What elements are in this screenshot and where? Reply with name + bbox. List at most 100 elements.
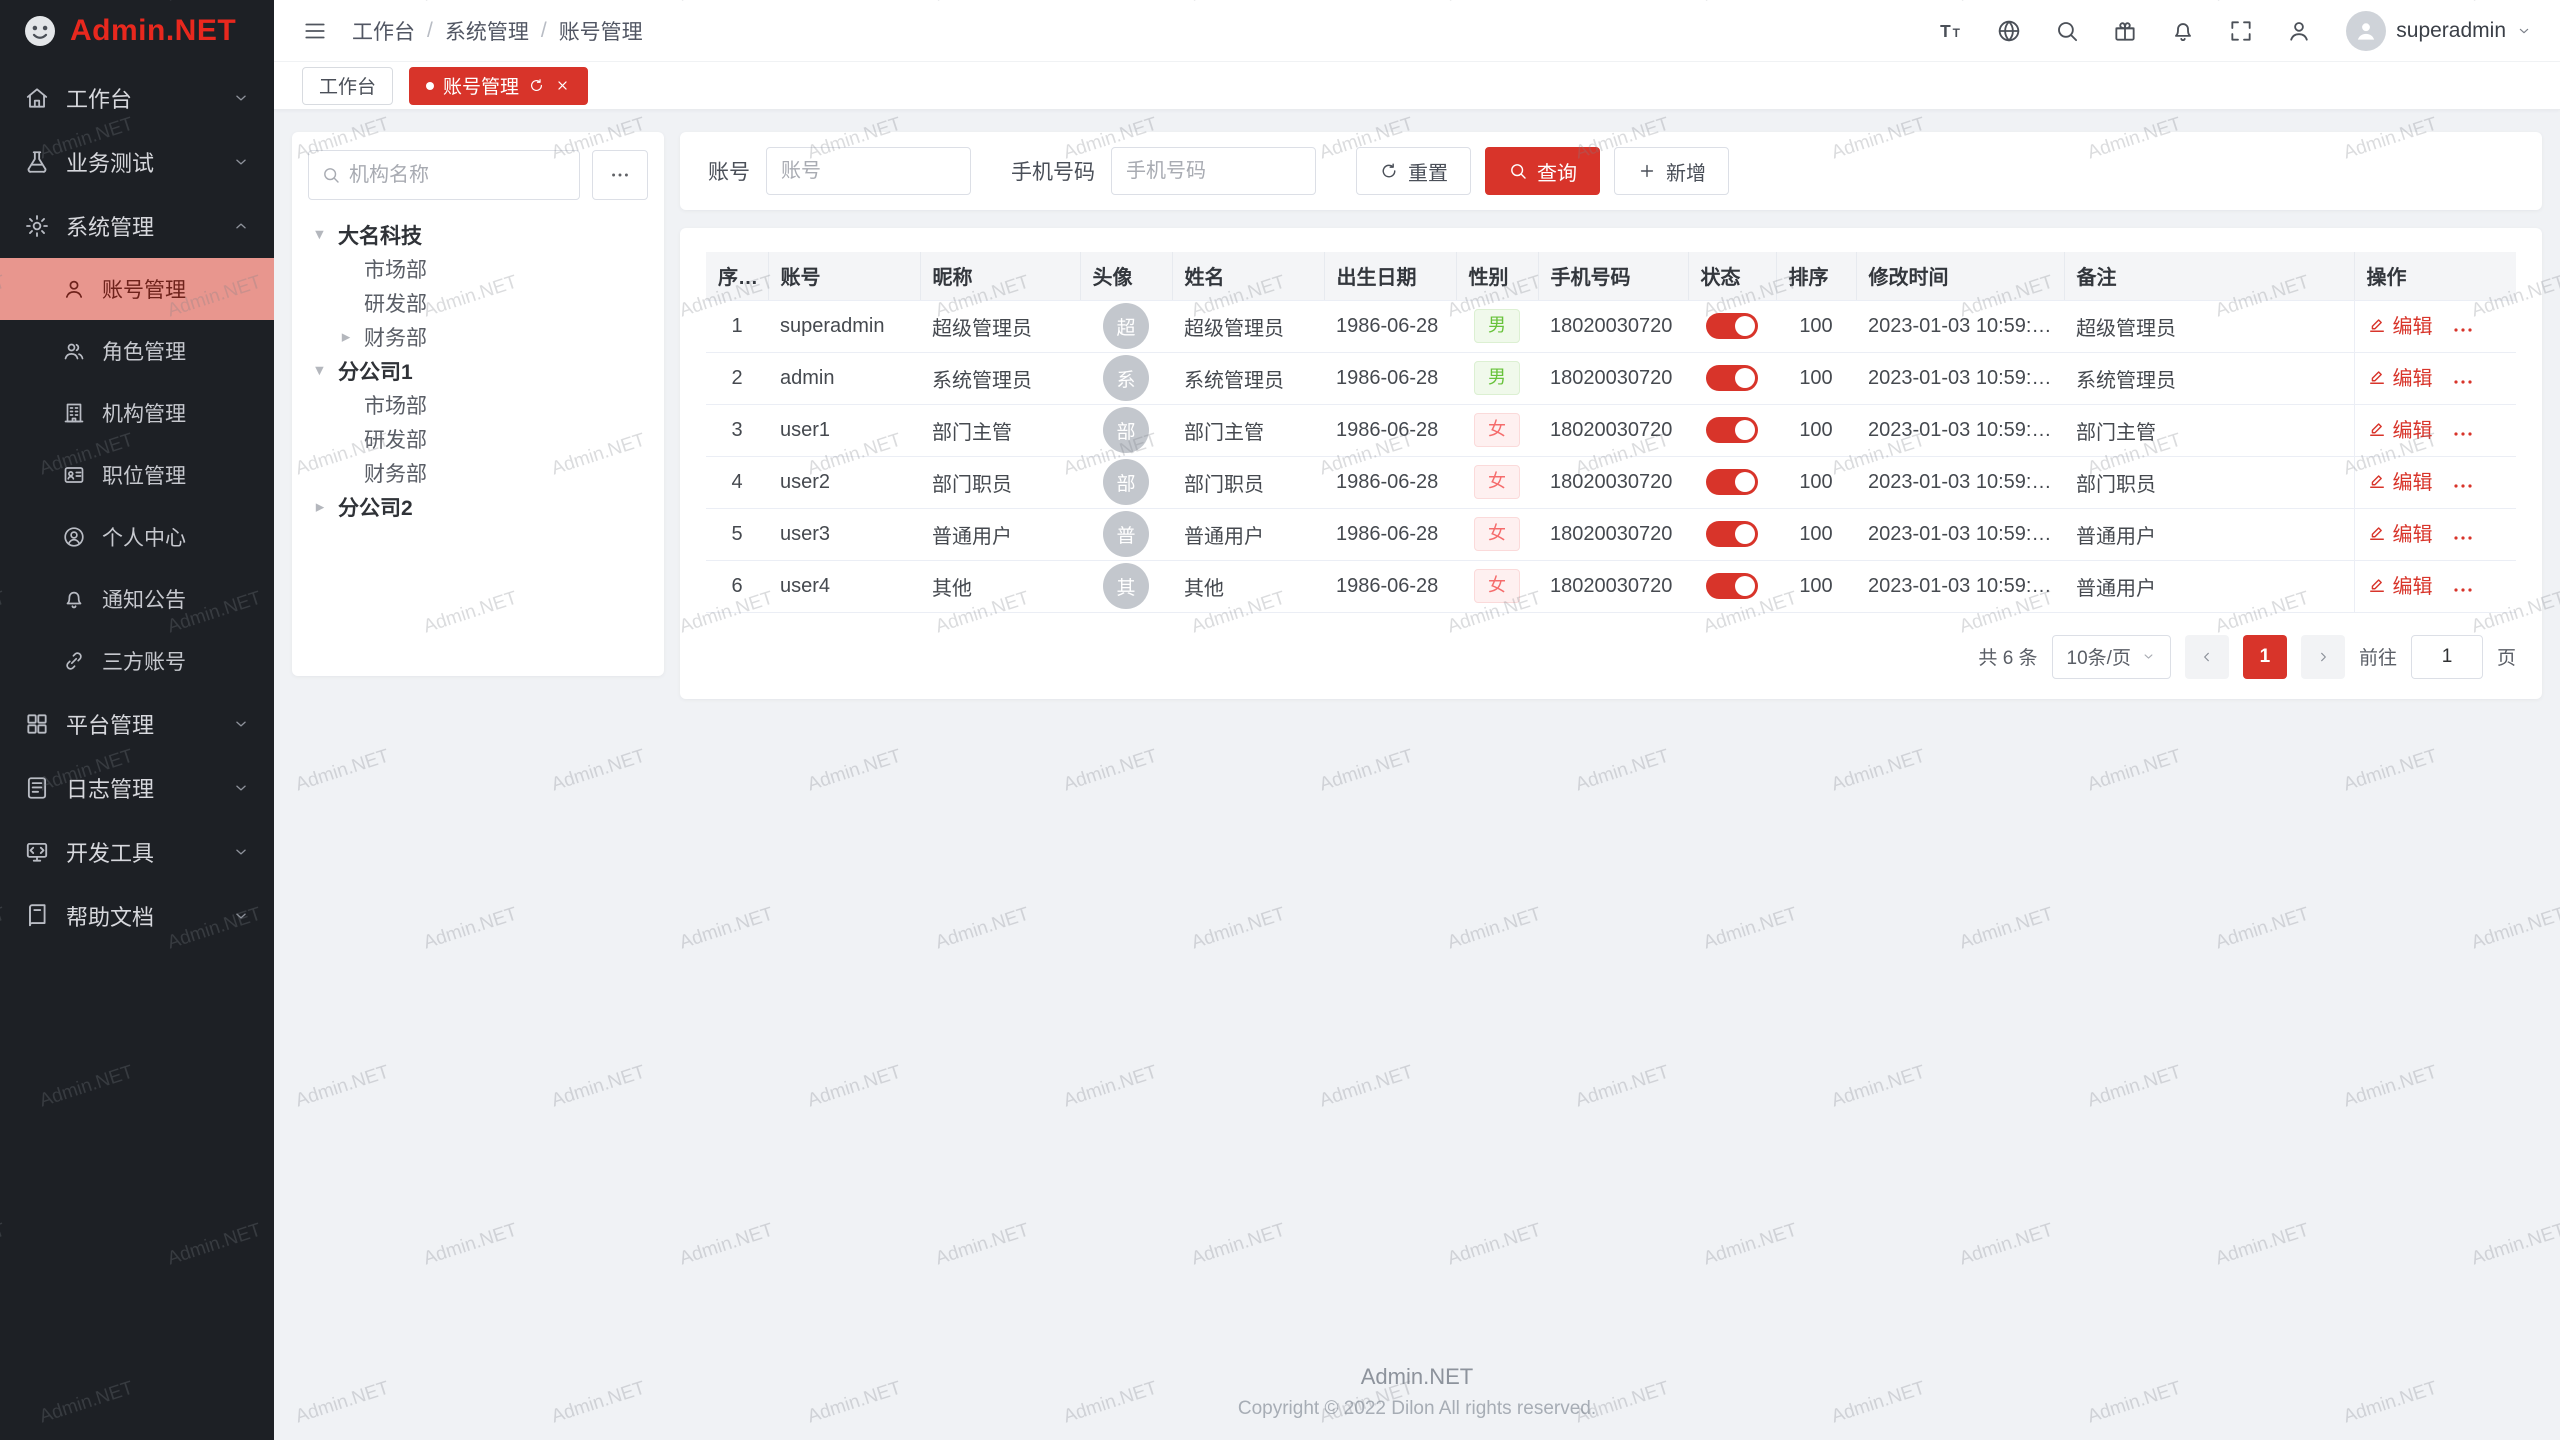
chevron-icon <box>232 715 250 733</box>
tree-caret-icon[interactable]: ▸ <box>310 359 330 383</box>
sidebar-item[interactable]: 工作台 <box>0 66 274 130</box>
fullscreen-icon[interactable] <box>2228 18 2254 44</box>
sidebar-item[interactable]: 个人中心 <box>0 506 274 568</box>
cell-actions: 编辑 <box>2354 352 2516 404</box>
app-logo[interactable]: Admin.NET <box>0 0 274 62</box>
edit-button[interactable]: 编辑 <box>2367 310 2433 339</box>
breadcrumb-item[interactable]: 账号管理 <box>559 16 643 46</box>
sidebar-item[interactable]: 通知公告 <box>0 568 274 630</box>
row-more-button[interactable] <box>2451 578 2475 602</box>
page-size-select[interactable]: 10条/页 <box>2052 635 2171 679</box>
cell-remark: 超级管理员 <box>2064 300 2354 352</box>
skin-icon[interactable] <box>2112 18 2138 44</box>
sidebar-item[interactable]: 平台管理 <box>0 692 274 756</box>
tree-node[interactable]: 市场部 <box>292 388 664 422</box>
globe-icon[interactable] <box>1996 18 2022 44</box>
status-toggle[interactable] <box>1706 365 1758 391</box>
chevron-icon <box>232 153 250 171</box>
org-tree-toolbar <box>292 132 664 212</box>
tree-node[interactable]: 财务部 <box>292 456 664 490</box>
tab-item[interactable]: 账号管理 <box>409 67 588 105</box>
tree-more-button[interactable] <box>592 150 648 200</box>
row-more-button[interactable] <box>2451 474 2475 498</box>
row-more-button[interactable] <box>2451 370 2475 394</box>
row-more-button[interactable] <box>2451 526 2475 550</box>
tree-node[interactable]: ▸分公司2 <box>292 490 664 524</box>
sidebar-item[interactable]: 机构管理 <box>0 382 274 444</box>
cell-birthdate: 1986-06-28 <box>1324 404 1456 456</box>
breadcrumb-item[interactable]: 工作台 <box>352 16 415 46</box>
column-header: 账号 <box>768 252 920 300</box>
bell-icon[interactable] <box>2170 18 2196 44</box>
phone-input[interactable] <box>1111 147 1316 195</box>
collapse-menu-icon[interactable] <box>302 18 328 44</box>
tree-caret-icon[interactable]: ▸ <box>308 497 332 517</box>
row-more-button[interactable] <box>2451 318 2475 342</box>
sidebar-item[interactable]: 职位管理 <box>0 444 274 506</box>
tab-close-icon[interactable] <box>554 77 571 94</box>
reset-button[interactable]: 重置 <box>1356 147 1471 195</box>
edit-button[interactable]: 编辑 <box>2367 466 2433 495</box>
person-icon[interactable] <box>2286 18 2312 44</box>
column-header: 头像 <box>1080 252 1172 300</box>
account-input[interactable] <box>766 147 971 195</box>
chevron-icon <box>232 779 250 797</box>
tree-node[interactable]: ▸财务部 <box>292 320 664 354</box>
cell-nickname: 超级管理员 <box>920 300 1080 352</box>
column-header: 操作 <box>2354 252 2516 300</box>
search-icon[interactable] <box>2054 18 2080 44</box>
search-button[interactable]: 查询 <box>1485 147 1600 195</box>
edit-label: 编辑 <box>2393 414 2433 443</box>
sidebar-item[interactable]: 三方账号 <box>0 630 274 692</box>
edit-icon <box>2367 523 2387 543</box>
sidebar-item[interactable]: 系统管理 <box>0 194 274 258</box>
prev-page-button[interactable] <box>2185 635 2229 679</box>
sidebar-item[interactable]: 角色管理 <box>0 320 274 382</box>
edit-label: 编辑 <box>2393 310 2433 339</box>
row-avatar: 超 <box>1103 303 1149 349</box>
tree-node[interactable]: ▸分公司1 <box>292 354 664 388</box>
tab-refresh-icon[interactable] <box>528 77 545 94</box>
pagination: 共 6 条 10条/页 1 前往 <box>706 635 2516 679</box>
cell-account: admin <box>768 352 920 404</box>
goto-label: 前往 <box>2359 643 2397 670</box>
edit-button[interactable]: 编辑 <box>2367 414 2433 443</box>
sidebar-item[interactable]: 帮助文档 <box>0 884 274 948</box>
add-button[interactable]: 新增 <box>1614 147 1729 195</box>
toggle-knob <box>1735 316 1755 336</box>
tree-node[interactable]: 研发部 <box>292 286 664 320</box>
gender-tag: 男 <box>1474 361 1520 394</box>
edit-button[interactable]: 编辑 <box>2367 570 2433 599</box>
tree-node[interactable]: ▸大名科技 <box>292 218 664 252</box>
tree-caret-icon[interactable]: ▸ <box>310 223 330 247</box>
tree-caret-icon[interactable]: ▸ <box>334 327 358 347</box>
status-toggle[interactable] <box>1706 313 1758 339</box>
cell-order: 100 <box>1776 560 1856 612</box>
status-toggle[interactable] <box>1706 573 1758 599</box>
tree-node[interactable]: 市场部 <box>292 252 664 286</box>
goto-page-input[interactable] <box>2411 635 2483 679</box>
page-button-1[interactable]: 1 <box>2243 635 2287 679</box>
edit-button[interactable]: 编辑 <box>2367 362 2433 391</box>
org-search-input[interactable] <box>349 164 567 187</box>
fontsize-icon[interactable]: TT <box>1938 18 1964 44</box>
edit-button[interactable]: 编辑 <box>2367 518 2433 547</box>
row-more-button[interactable] <box>2451 422 2475 446</box>
cell-avatar: 其 <box>1080 560 1172 612</box>
status-toggle[interactable] <box>1706 521 1758 547</box>
sidebar-item[interactable]: 日志管理 <box>0 756 274 820</box>
status-toggle[interactable] <box>1706 417 1758 443</box>
breadcrumb-item[interactable]: 系统管理 <box>445 16 529 46</box>
add-label: 新增 <box>1666 157 1706 186</box>
cell-phone: 18020030720 <box>1538 404 1688 456</box>
status-toggle[interactable] <box>1706 469 1758 495</box>
user-menu[interactable]: superadmin <box>2346 11 2532 51</box>
sidebar-item[interactable]: 账号管理 <box>0 258 274 320</box>
tab-label: 账号管理 <box>443 72 519 99</box>
next-page-button[interactable] <box>2301 635 2345 679</box>
edit-icon <box>2367 367 2387 387</box>
sidebar-item[interactable]: 开发工具 <box>0 820 274 884</box>
sidebar-item[interactable]: 业务测试 <box>0 130 274 194</box>
tab-item[interactable]: 工作台 <box>302 67 393 105</box>
tree-node[interactable]: 研发部 <box>292 422 664 456</box>
